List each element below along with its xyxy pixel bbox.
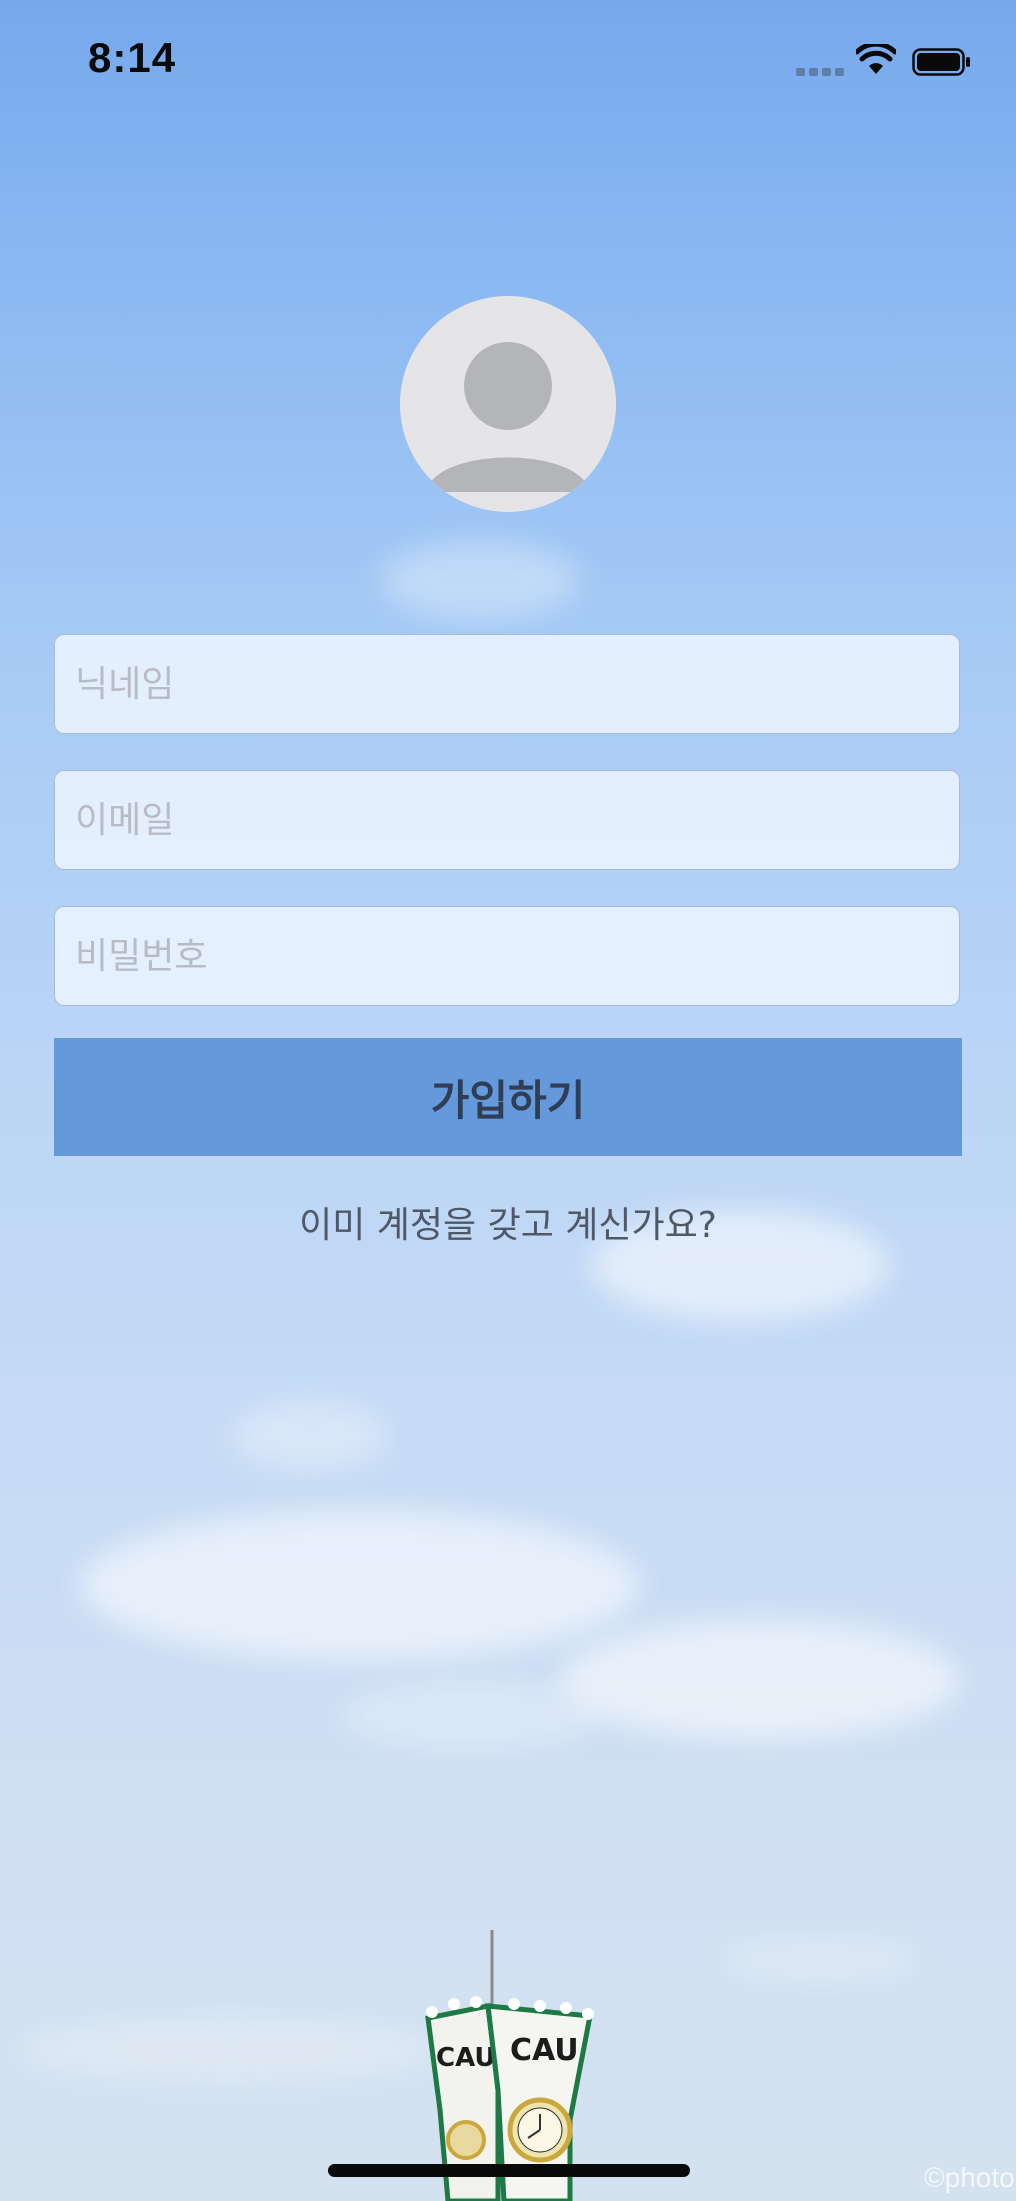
clock-tower-image: CAU CAU <box>425 1930 594 2201</box>
background-cloud <box>560 1620 960 1740</box>
photo-watermark: ©photo <box>924 2162 1015 2193</box>
wifi-icon <box>856 44 896 74</box>
tower-sign-right: CAU <box>510 2033 579 2068</box>
status-time: 8:14 <box>88 34 177 81</box>
background-cloud <box>380 540 580 620</box>
background-cloud <box>230 1400 390 1470</box>
profile-avatar[interactable] <box>400 296 616 512</box>
person-placeholder-icon <box>426 342 590 492</box>
email-field[interactable] <box>54 770 960 870</box>
background-cloud <box>720 1940 920 1980</box>
background-cloud <box>340 1680 600 1750</box>
background-cloud <box>20 2020 440 2080</box>
email-input[interactable] <box>55 771 959 869</box>
tower-sign-left: CAU <box>436 2043 496 2073</box>
home-indicator[interactable] <box>328 2164 690 2177</box>
signup-button[interactable]: 가입하기 <box>54 1038 962 1156</box>
background-cloud <box>80 1510 640 1660</box>
battery-icon <box>912 48 970 76</box>
nickname-field[interactable] <box>54 634 960 734</box>
password-field[interactable] <box>54 906 960 1006</box>
status-bar: 8:14 <box>0 0 1016 120</box>
nickname-input[interactable] <box>55 635 959 733</box>
password-input[interactable] <box>55 907 959 1005</box>
login-link[interactable]: 이미 계정을 갖고 계신가요? <box>0 1196 1016 1248</box>
cellular-signal-icon <box>796 68 844 78</box>
